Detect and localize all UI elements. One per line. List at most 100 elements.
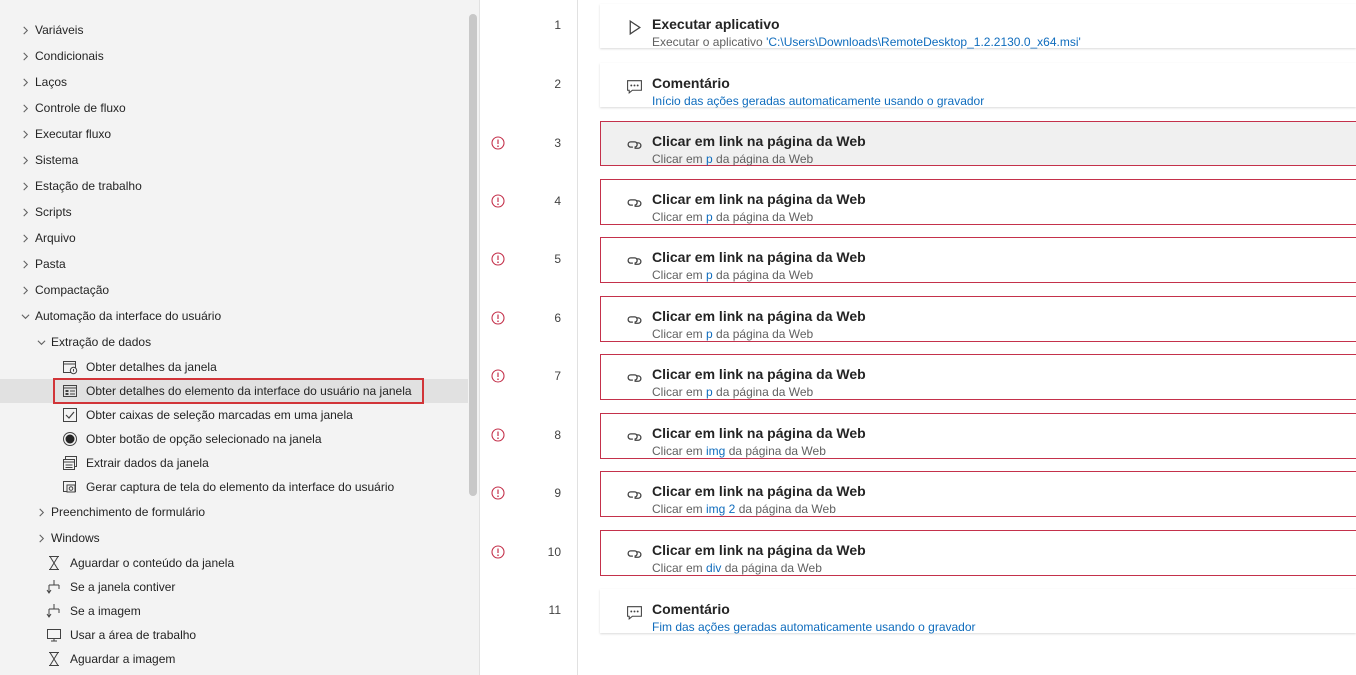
- action-step-card[interactable]: Clicar em link na página da Web Clicar em…: [600, 121, 1356, 166]
- step-description: Clicar em img 2 da página da Web: [652, 502, 836, 516]
- checkbox-icon: [61, 406, 79, 424]
- step-number: 2: [554, 77, 561, 91]
- step-description: Clicar em div da página da Web: [652, 561, 822, 575]
- category-run-flow[interactable]: Executar fluxo: [0, 122, 468, 146]
- action-wait-window-content[interactable]: Aguardar o conteúdo da janela: [0, 551, 468, 575]
- step-desc-prefix: Clicar em: [652, 327, 707, 341]
- action-get-window-details[interactable]: Obter detalhes da janela: [0, 355, 468, 379]
- group-label: Extração de dados: [51, 335, 152, 349]
- action-step-card[interactable]: Clicar em link na página da Web Clicar em…: [600, 237, 1356, 283]
- category-workstation[interactable]: Estação de trabalho: [0, 174, 468, 198]
- branch-icon: [45, 602, 63, 620]
- step-title: Clicar em link na página da Web: [652, 191, 866, 207]
- category-label: Arquivo: [35, 231, 76, 245]
- step-desc-variable: img: [706, 444, 726, 458]
- sidebar-scrollbar[interactable]: [469, 14, 477, 496]
- action-take-element-screenshot[interactable]: Gerar captura de tela do elemento da int…: [0, 475, 468, 499]
- step-desc-variable: div: [706, 561, 722, 575]
- action-if-image[interactable]: Se a imagem: [0, 599, 468, 623]
- category-compression[interactable]: Compactação: [0, 278, 468, 302]
- category-flow-control[interactable]: Controle de fluxo: [0, 96, 468, 120]
- category-label: Automação da interface do usuário: [35, 309, 222, 323]
- play-icon: [625, 18, 643, 36]
- action-step-card[interactable]: Executar aplicativo Executar o aplicativo…: [600, 4, 1356, 49]
- action-step-card[interactable]: Comentário Fim das ações geradas automati…: [600, 589, 1356, 634]
- action-step-card[interactable]: Clicar em link na página da Web Clicar em…: [600, 179, 1356, 225]
- category-variables[interactable]: Variáveis: [0, 18, 468, 42]
- chevron-right-icon: [17, 178, 33, 194]
- chevron-right-icon: [17, 22, 33, 38]
- action-get-ui-element-details[interactable]: Obter detalhes do elemento da interface …: [0, 378, 468, 404]
- link-icon: [625, 427, 643, 445]
- category-label: Pasta: [35, 257, 66, 271]
- action-step-card[interactable]: Clicar em link na página da Web Clicar em…: [600, 413, 1356, 459]
- radio-button-icon: [61, 430, 79, 448]
- step-desc-suffix: da página da Web: [712, 268, 814, 282]
- category-system[interactable]: Sistema: [0, 148, 468, 172]
- category-file[interactable]: Arquivo: [0, 226, 468, 250]
- category-folder[interactable]: Pasta: [0, 252, 468, 276]
- step-number: 9: [554, 486, 561, 500]
- action-get-selected-radio[interactable]: Obter botão de opção selecionado na jane…: [0, 427, 468, 451]
- action-step-card[interactable]: Clicar em link na página da Web Clicar em…: [600, 296, 1356, 342]
- group-data-extraction[interactable]: Extração de dados: [0, 330, 468, 354]
- action-step-card[interactable]: Clicar em link na página da Web Clicar em…: [600, 354, 1356, 400]
- step-description: Executar o aplicativo 'C:\Users\Download…: [652, 35, 1081, 49]
- link-icon: [625, 135, 643, 153]
- step-desc-variable: Início das ações geradas automaticamente…: [652, 94, 985, 108]
- action-step-card[interactable]: Clicar em link na página da Web Clicar em…: [600, 530, 1356, 576]
- action-wait-image[interactable]: Aguardar a imagem: [0, 647, 468, 671]
- step-desc-variable: p: [706, 152, 713, 166]
- extract-data-icon: [61, 454, 79, 472]
- group-windows[interactable]: Windows: [0, 526, 468, 550]
- step-desc-suffix: da página da Web: [725, 444, 826, 458]
- category-loops[interactable]: Laços: [0, 70, 468, 94]
- action-label: Extrair dados da janela: [86, 456, 209, 470]
- chevron-right-icon: [17, 282, 33, 298]
- step-title: Clicar em link na página da Web: [652, 542, 866, 558]
- step-number: 5: [554, 252, 561, 266]
- step-title: Clicar em link na página da Web: [652, 249, 866, 265]
- window-details-icon: [61, 358, 79, 376]
- step-title: Clicar em link na página da Web: [652, 366, 866, 382]
- link-icon: [625, 368, 643, 386]
- step-desc-variable: p: [706, 210, 713, 224]
- action-use-desktop[interactable]: Usar a área de trabalho: [0, 623, 468, 647]
- step-description: Clicar em p da página da Web: [652, 210, 813, 224]
- step-number: 1: [554, 18, 561, 32]
- gutter-divider: [577, 0, 578, 675]
- action-step-card[interactable]: Clicar em link na página da Web Clicar em…: [600, 471, 1356, 517]
- step-number: 8: [554, 428, 561, 442]
- category-conditionals[interactable]: Condicionais: [0, 44, 468, 68]
- link-icon: [625, 544, 643, 562]
- step-desc-prefix: Executar o aplicativo: [652, 35, 767, 49]
- step-title: Comentário: [652, 601, 730, 617]
- action-extract-window-data[interactable]: Extrair dados da janela: [0, 451, 468, 475]
- step-title: Clicar em link na página da Web: [652, 425, 866, 441]
- chevron-right-icon: [33, 530, 49, 546]
- category-scripts[interactable]: Scripts: [0, 200, 468, 224]
- step-desc-suffix: da página da Web: [712, 385, 814, 399]
- chevron-down-icon: [17, 308, 33, 324]
- action-step-card[interactable]: Comentário Início das ações geradas autom…: [600, 63, 1356, 108]
- step-desc-prefix: Clicar em: [652, 385, 707, 399]
- group-form-filling[interactable]: Preenchimento de formulário: [0, 500, 468, 524]
- action-get-checked-checkboxes[interactable]: Obter caixas de seleção marcadas em uma …: [0, 403, 468, 427]
- chevron-right-icon: [17, 74, 33, 90]
- chevron-right-icon: [17, 204, 33, 220]
- category-label: Variáveis: [35, 23, 84, 37]
- step-desc-prefix: Clicar em: [652, 268, 707, 282]
- category-ui-automation[interactable]: Automação da interface do usuário: [0, 304, 468, 328]
- chevron-down-icon: [33, 334, 49, 350]
- step-number: 4: [554, 194, 561, 208]
- step-desc-prefix: Clicar em: [652, 561, 707, 575]
- step-description: Início das ações geradas automaticamente…: [652, 94, 984, 108]
- action-if-window-contains[interactable]: Se a janela contiver: [0, 575, 468, 599]
- action-label: Se a janela contiver: [70, 580, 176, 594]
- hourglass-icon: [45, 650, 63, 668]
- step-desc-suffix: da página da Web: [712, 210, 814, 224]
- action-label: Aguardar a imagem: [70, 652, 176, 666]
- step-description: Clicar em p da página da Web: [652, 268, 813, 282]
- step-number: 7: [554, 369, 561, 383]
- step-number: 11: [548, 603, 561, 617]
